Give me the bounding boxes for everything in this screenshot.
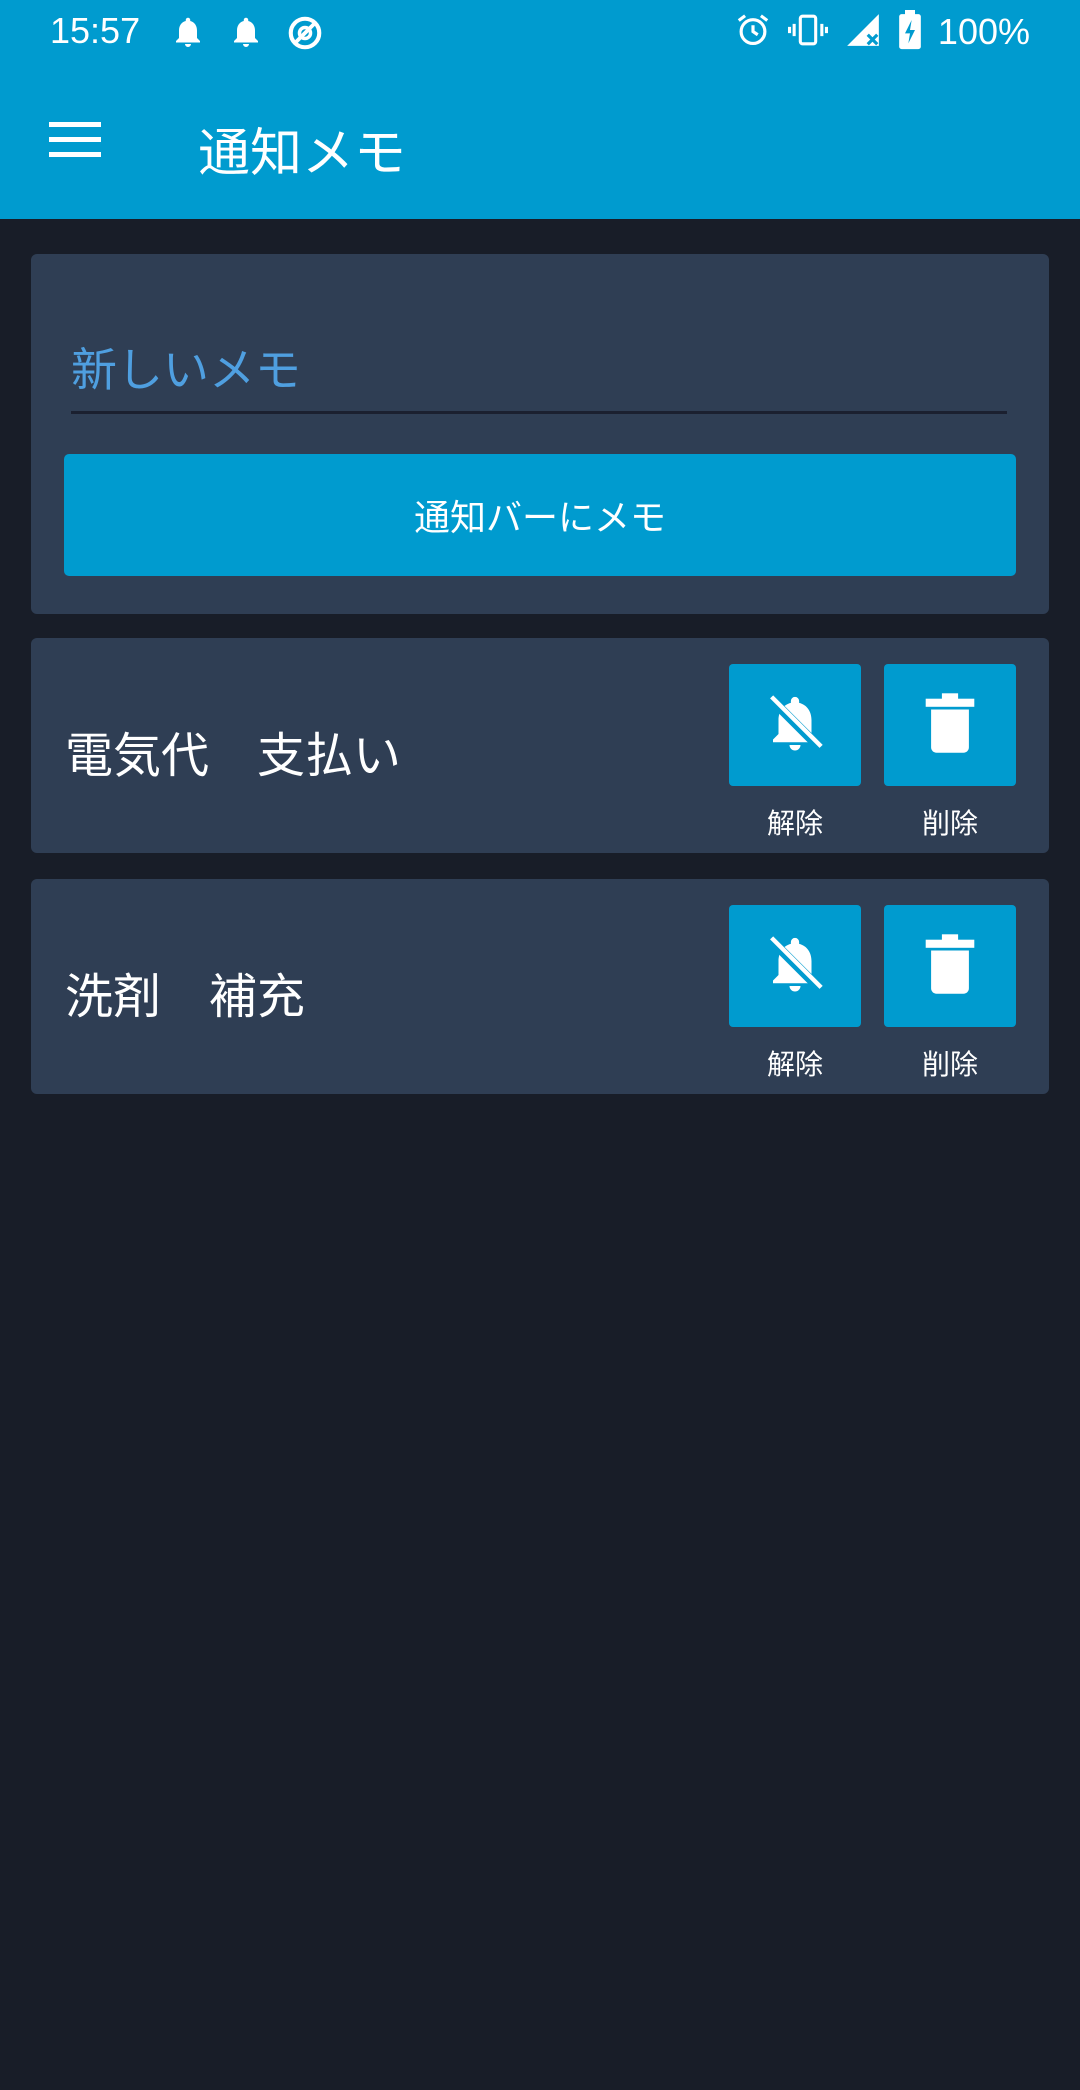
app-bar: 通知メモ <box>0 66 1080 219</box>
status-time: 15:57 <box>50 10 141 51</box>
status-left-icons <box>170 14 324 56</box>
hamburger-menu-icon <box>49 120 103 164</box>
new-memo-input[interactable] <box>71 336 1007 414</box>
notify-bar-memo-button[interactable]: 通知バーにメモ <box>64 454 1016 576</box>
app-title: 通知メモ <box>198 124 407 184</box>
memo-text: 電気代 支払い <box>65 728 402 784</box>
menu-button[interactable] <box>40 106 112 178</box>
status-right-icons: 100% <box>734 10 1030 54</box>
delete-label: 削除 <box>921 1048 978 1081</box>
battery-charging-icon <box>898 10 922 54</box>
trash-icon <box>923 689 977 761</box>
delete-action: 削除 <box>884 664 1016 842</box>
memo-card: 電気代 支払い 解除 削除 <box>31 638 1049 853</box>
memo-card: 洗剤 補充 解除 削除 <box>31 879 1049 1094</box>
data-saver-icon <box>286 14 324 56</box>
delete-action: 削除 <box>884 905 1016 1083</box>
dismiss-button[interactable] <box>729 905 861 1027</box>
delete-button[interactable] <box>884 664 1016 786</box>
vibrate-icon <box>787 11 828 53</box>
memo-text: 洗剤 補充 <box>65 969 306 1025</box>
dismiss-action: 解除 <box>729 905 861 1083</box>
signal-icon <box>844 11 882 53</box>
status-bar: 15:57 100% <box>0 0 1080 66</box>
battery-percentage: 100% <box>937 11 1030 52</box>
dismiss-action: 解除 <box>729 664 861 842</box>
trash-icon <box>923 930 977 1002</box>
bell-off-icon <box>762 929 828 1003</box>
dismiss-label: 解除 <box>766 1048 823 1081</box>
alarm-icon <box>734 11 772 53</box>
compose-card: 通知バーにメモ <box>31 254 1049 614</box>
bell-icon <box>228 14 264 56</box>
bell-icon <box>170 14 206 56</box>
bell-off-icon <box>762 688 828 762</box>
dismiss-label: 解除 <box>766 807 823 840</box>
delete-label: 削除 <box>921 807 978 840</box>
dismiss-button[interactable] <box>729 664 861 786</box>
delete-button[interactable] <box>884 905 1016 1027</box>
